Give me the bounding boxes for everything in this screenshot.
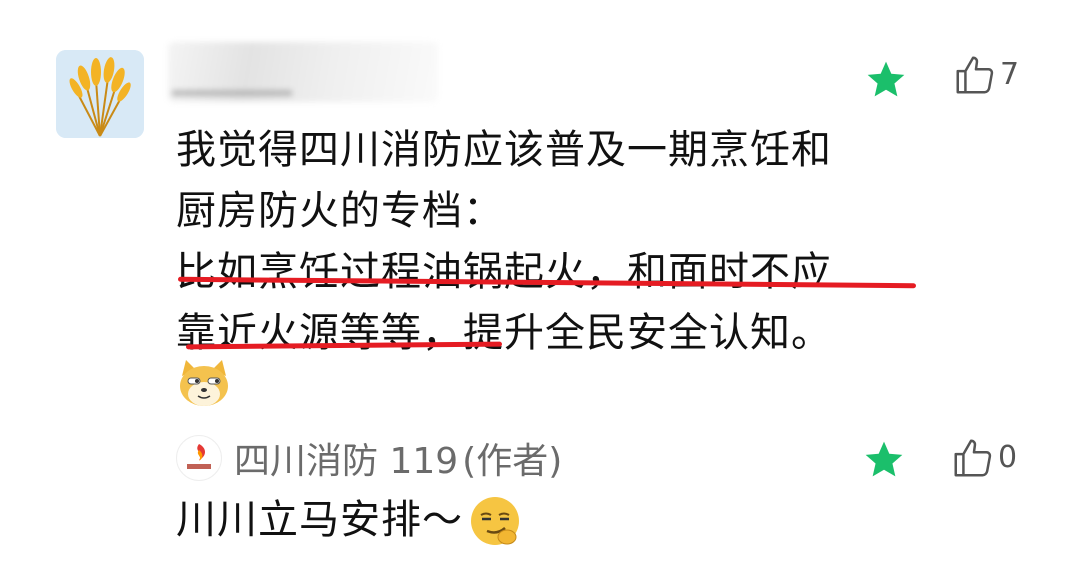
author-logo[interactable] xyxy=(176,435,222,481)
fire-logo-icon xyxy=(187,444,211,469)
author-name[interactable]: 四川消防 119 xyxy=(234,432,458,484)
comment-text: 我觉得四川消防应该普及一期烹饪和 厨房防火的专档： 比如烹饪过程油锅起火，和面时… xyxy=(176,120,936,364)
reply-body: 川川立马安排～ xyxy=(176,497,463,543)
thumbs-up-icon xyxy=(954,439,992,477)
thumbs-up-icon xyxy=(956,56,994,94)
wheat-avatar-image xyxy=(56,50,144,138)
like-count: 7 xyxy=(1000,57,1020,92)
comment-line: 我觉得四川消防应该普及一期烹饪和 xyxy=(176,127,832,173)
commenter-name-blurred xyxy=(168,42,438,102)
author-reply-header: 四川消防 119 (作者) xyxy=(176,432,562,484)
star-icon[interactable] xyxy=(864,58,908,102)
smirk-emoji-icon xyxy=(471,496,519,545)
comment-line: 厨房防火的专档： xyxy=(176,188,504,234)
like-button[interactable]: 0 xyxy=(950,435,1017,481)
comment-line: 比如烹饪过程油锅起火，和面时不应 xyxy=(176,249,832,295)
like-button[interactable]: 7 xyxy=(952,52,1019,98)
star-icon[interactable] xyxy=(862,438,906,482)
comment-line: 靠近火源等等，提升全民安全认知。 xyxy=(176,310,832,356)
reply-text: 川川立马安排～ xyxy=(176,490,523,551)
dog-emoji-icon xyxy=(180,360,228,406)
commenter-avatar[interactable] xyxy=(56,50,144,138)
like-count: 0 xyxy=(998,440,1018,475)
author-tag: (作者) xyxy=(462,441,563,482)
